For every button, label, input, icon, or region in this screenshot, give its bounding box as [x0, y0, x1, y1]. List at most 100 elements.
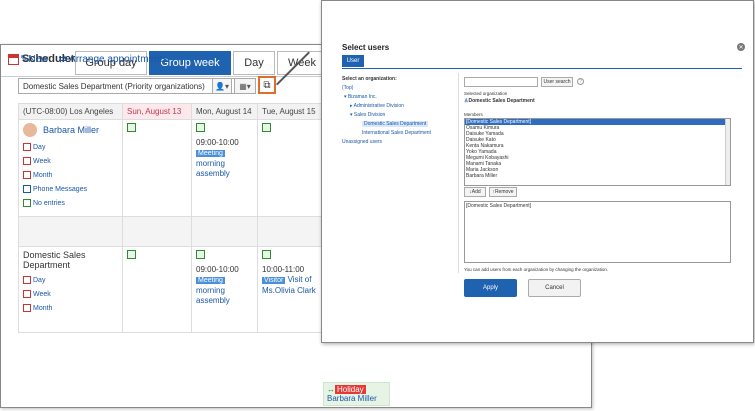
- add-entry-icon[interactable]: [127, 123, 136, 132]
- link-label: Week: [33, 158, 51, 165]
- selected-org: ♙Domestic Sales Department: [464, 98, 535, 104]
- tree-item-sales[interactable]: ▾ Sales Division: [342, 111, 462, 120]
- day-cell[interactable]: 09:00-10:00 Meeting morning assembly: [191, 119, 258, 217]
- tab-user[interactable]: User: [342, 55, 364, 67]
- arrange-link[interactable]: ⇄ Arrange appointments: [58, 54, 167, 65]
- org-link-week[interactable]: Week: [23, 288, 118, 302]
- org-tree: Select an organization: (Top) ▾ Bizaman …: [342, 75, 462, 147]
- holiday-icon: ↔: [327, 385, 335, 394]
- day-cell[interactable]: 09:00-10:00 Meeting morning assembly: [191, 246, 258, 333]
- day-header[interactable]: Sun, August 13: [122, 103, 192, 120]
- person-icon: 👤▾: [215, 81, 229, 91]
- selected-list[interactable]: [Domestic Sales Department]: [464, 201, 731, 263]
- calendar-icon: [23, 276, 31, 285]
- add-entry-icon[interactable]: [196, 123, 205, 132]
- add-entry-icon[interactable]: [196, 250, 205, 259]
- add-entry-icon[interactable]: [262, 250, 271, 259]
- calendar-icon: [23, 171, 31, 180]
- new-label: New: [28, 54, 49, 65]
- user-cell: Barbara Miller Day Week Month Phone Mess…: [18, 119, 123, 217]
- members-label: Members: [464, 112, 483, 117]
- scrollbar[interactable]: [725, 119, 730, 185]
- presence-link[interactable]: No entries: [23, 197, 118, 211]
- link-label: Day: [33, 277, 46, 284]
- tree-item-bizaman[interactable]: ▾ Bizaman Inc.: [342, 93, 462, 102]
- tree-item-international[interactable]: International Sales Department: [342, 129, 462, 138]
- event-entry[interactable]: 10:00-11:00 Visitor Visit of Ms.Olivia Cl…: [262, 265, 318, 296]
- close-icon[interactable]: ✕: [737, 43, 745, 51]
- org-link-day[interactable]: Day: [23, 274, 118, 288]
- list-item[interactable]: [Domestic Sales Department]: [466, 203, 729, 209]
- event-title: morning assembly: [196, 159, 230, 178]
- action-links: ✎New ⇄ Arrange appointments: [20, 54, 167, 65]
- org-name[interactable]: Domestic Sales Department: [23, 250, 118, 270]
- day-cell[interactable]: [122, 246, 192, 333]
- presence-icon: [23, 199, 31, 208]
- divider: [342, 68, 742, 69]
- tab-week[interactable]: Week: [277, 51, 327, 75]
- tree-header: Select an organization:: [342, 76, 397, 82]
- user-search-button[interactable]: User search: [541, 77, 573, 87]
- spacer-cell: [122, 216, 192, 247]
- spacer-cell: [18, 216, 123, 247]
- add-button[interactable]: ↓Add: [464, 187, 486, 197]
- window-icon: ⧉: [263, 79, 271, 91]
- holiday-tag: Holiday: [335, 385, 366, 394]
- event-entry[interactable]: 09:00-10:00 Meeting morning assembly: [196, 265, 253, 306]
- remove-button[interactable]: ↑Remove: [489, 187, 517, 197]
- day-header[interactable]: Tue, August 15: [257, 103, 323, 120]
- user-link-day[interactable]: Day: [23, 141, 118, 155]
- help-icon[interactable]: ?: [577, 78, 584, 85]
- day-cell[interactable]: 10:00-11:00 Visitor Visit of Ms.Olivia Cl…: [257, 246, 323, 333]
- event-tag: Meeting: [196, 277, 225, 284]
- tree-label: Administrative Division: [353, 103, 404, 109]
- tree-item-top[interactable]: (Top): [342, 84, 462, 93]
- user-link-month[interactable]: Month: [23, 169, 118, 183]
- link-label: Month: [33, 172, 53, 179]
- tree-label: Bizaman Inc.: [347, 94, 377, 100]
- day-cell[interactable]: [122, 119, 192, 217]
- tree-item-unassigned[interactable]: Unassigned users: [342, 138, 462, 147]
- timezone-label: (UTC-08:00) Los Angeles: [23, 107, 114, 116]
- search-input[interactable]: [464, 77, 538, 87]
- phone-messages-link[interactable]: Phone Messages: [23, 183, 118, 197]
- dialog-title: Select users: [342, 43, 390, 52]
- link-label: Day: [33, 144, 46, 151]
- event-title: morning assembly: [196, 286, 230, 305]
- tree-label: Domestic Sales Department: [362, 121, 429, 127]
- holiday-entry[interactable]: ↔ Holiday Barbara Miller: [323, 382, 390, 406]
- event-time: 09:00-10:00: [196, 265, 239, 274]
- arrange-icon: ⇄: [58, 54, 67, 65]
- members-list[interactable]: [Domestic Sales Department] Osamu Kimura…: [464, 118, 731, 186]
- link-label: Phone Messages: [33, 186, 88, 193]
- add-entry-icon[interactable]: [127, 250, 136, 259]
- apply-button[interactable]: Apply: [464, 279, 517, 297]
- day-cell[interactable]: [257, 119, 323, 217]
- user-name[interactable]: Barbara Miller: [43, 125, 99, 135]
- tree-label: International Sales Department: [362, 130, 431, 136]
- event-time: 10:00-11:00: [262, 265, 305, 274]
- list-item[interactable]: Barbara Miller: [465, 173, 730, 179]
- tab-day[interactable]: Day: [233, 51, 275, 75]
- spacer-cell: [191, 216, 258, 247]
- cancel-button[interactable]: Cancel: [528, 279, 581, 297]
- tree-item-domestic[interactable]: Domestic Sales Department: [342, 120, 462, 129]
- calendar-icon: [23, 143, 31, 152]
- facility-filter-button[interactable]: ▦▾: [234, 78, 256, 94]
- tree-label: Sales Division: [353, 112, 386, 118]
- calendar-icon: [8, 53, 19, 65]
- user-link-week[interactable]: Week: [23, 155, 118, 169]
- add-entry-icon[interactable]: [262, 123, 271, 132]
- event-tag: Visitor: [262, 277, 286, 284]
- tree-item-admin[interactable]: ▸ Administrative Division: [342, 102, 462, 111]
- link-label: Month: [33, 305, 53, 312]
- event-entry[interactable]: 09:00-10:00 Meeting morning assembly: [196, 138, 253, 179]
- avatar: [23, 123, 37, 137]
- new-link[interactable]: ✎New: [20, 54, 48, 65]
- user-filter-button[interactable]: 👤▾: [212, 78, 232, 94]
- select-users-popup-button[interactable]: ⧉: [258, 76, 276, 94]
- org-link-month[interactable]: Month: [23, 302, 118, 316]
- help-note: You can add users from each organization…: [464, 267, 609, 272]
- building-icon: ▦▾: [239, 81, 251, 91]
- day-header[interactable]: Mon, August 14: [191, 103, 258, 120]
